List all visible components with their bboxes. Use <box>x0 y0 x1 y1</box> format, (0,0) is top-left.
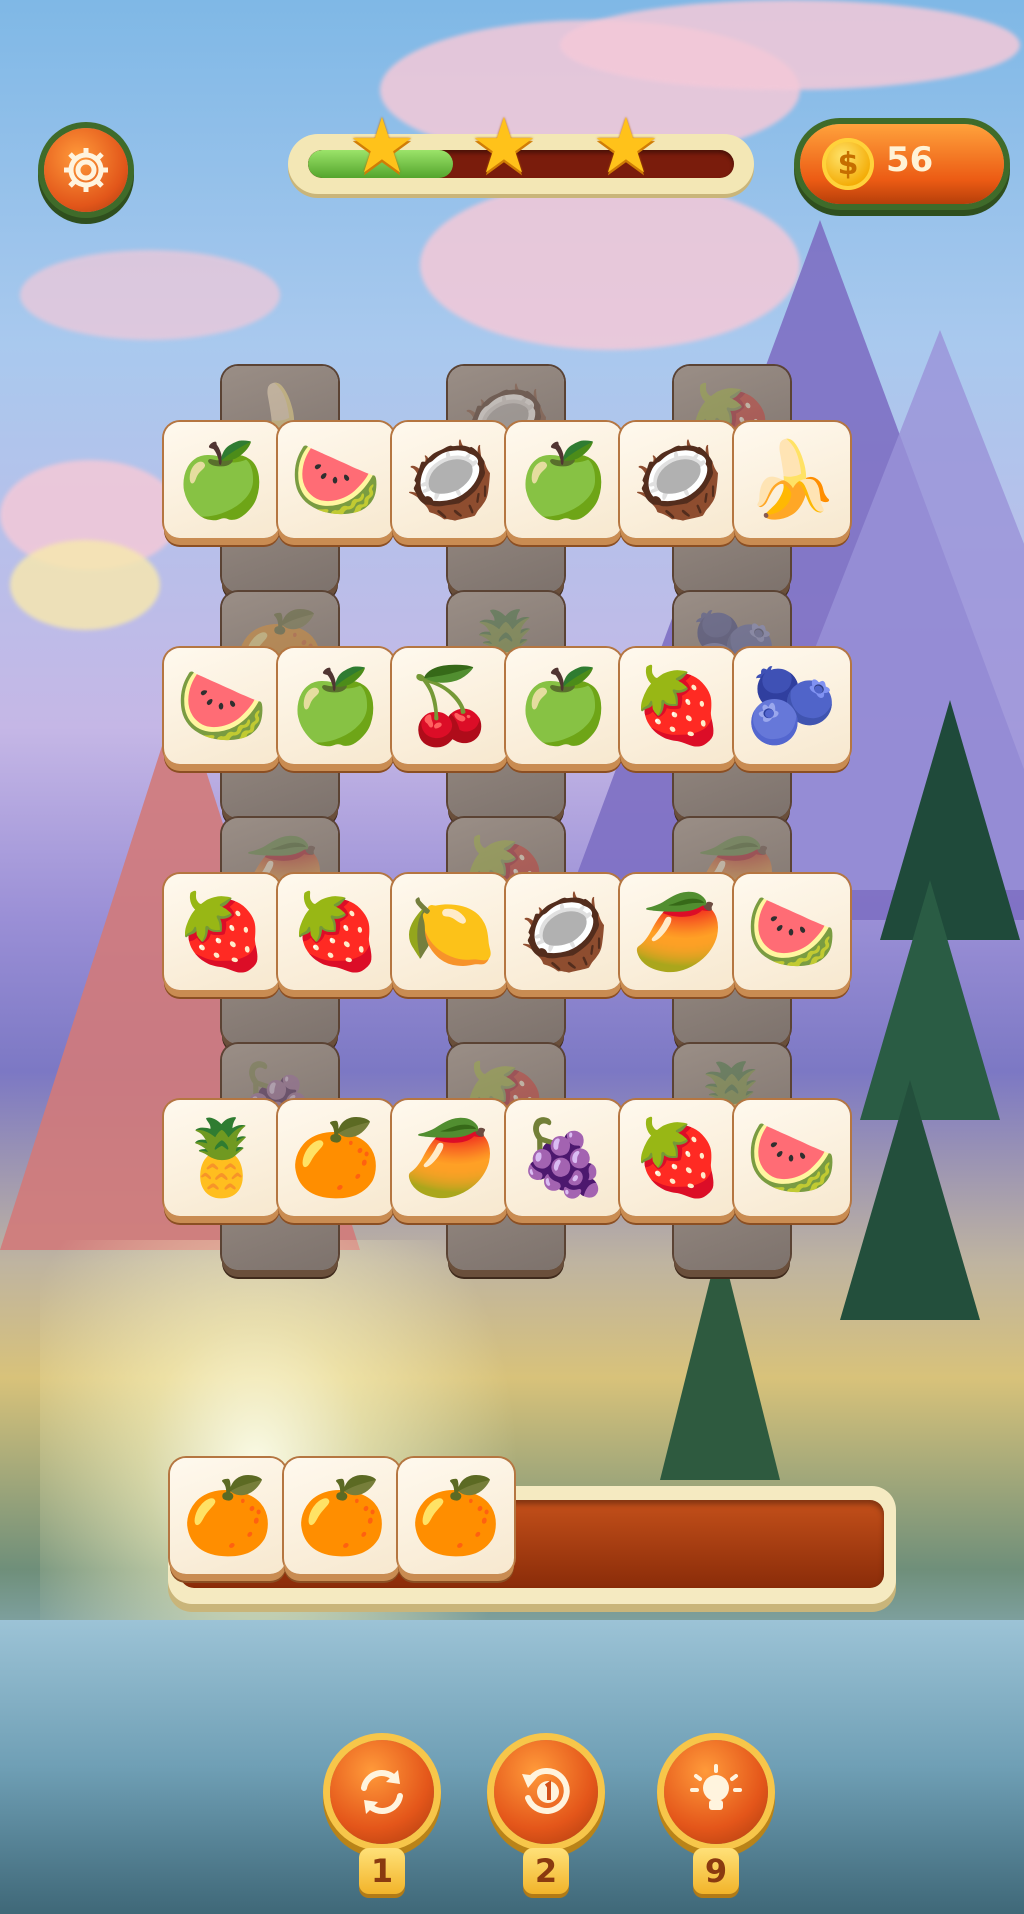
fruit-tile[interactable]: 🍓 <box>164 874 280 990</box>
shuffle-icon <box>361 1770 403 1814</box>
fruit-tile[interactable]: 🥭 <box>392 1100 508 1216</box>
fruit-tile[interactable]: 🍊 <box>278 1100 394 1216</box>
fruit-tile[interactable]: 🍏 <box>164 422 280 538</box>
level-progress-bar: ★ ★ ★ <box>288 106 754 194</box>
fruit-tile[interactable]: 🫐 <box>734 648 850 764</box>
star-icon: ★ <box>347 101 417 190</box>
fruit-tile[interactable]: 🍉 <box>734 1100 850 1216</box>
tray-tile: 🍊 <box>284 1458 400 1574</box>
fruit-tile[interactable]: 🍍 <box>164 1100 280 1216</box>
fruit-tile[interactable]: 🍉 <box>734 874 850 990</box>
settings-button[interactable] <box>44 128 128 212</box>
fruit-tile[interactable]: 🍓 <box>620 648 736 764</box>
shuffle-count: 1 <box>359 1848 405 1894</box>
undo-button[interactable] <box>494 1740 598 1844</box>
hint-count: 9 <box>693 1848 739 1894</box>
coin-count: 56 <box>886 140 934 180</box>
fruit-tile[interactable]: 🍇 <box>506 1100 622 1216</box>
star-icon: ★ <box>591 101 661 190</box>
fruit-tile[interactable]: 🍋 <box>392 874 508 990</box>
fruit-tile[interactable]: 🍏 <box>506 648 622 764</box>
shuffle-button[interactable] <box>330 1740 434 1844</box>
fruit-tile[interactable]: 🍌 <box>734 422 850 538</box>
tray-tile: 🍊 <box>398 1458 514 1574</box>
fruit-tile[interactable]: 🍓 <box>278 874 394 990</box>
undo-count: 2 <box>523 1848 569 1894</box>
gear-icon <box>64 148 108 192</box>
fruit-tile[interactable]: 🍓 <box>620 1100 736 1216</box>
coin-balance[interactable]: $ 56 <box>800 124 1004 204</box>
fruit-tile[interactable]: 🍒 <box>392 648 508 764</box>
fruit-tile[interactable]: 🍏 <box>506 422 622 538</box>
undo-icon <box>522 1768 570 1814</box>
tray-tile: 🍊 <box>170 1458 286 1574</box>
fruit-tile[interactable]: 🥥 <box>620 422 736 538</box>
fruit-tile[interactable]: 🍉 <box>278 422 394 538</box>
fruit-tile[interactable]: 🥭 <box>620 874 736 990</box>
fruit-tile[interactable]: 🥥 <box>392 422 508 538</box>
fruit-tile[interactable]: 🍏 <box>278 648 394 764</box>
fruit-tile[interactable]: 🥥 <box>506 874 622 990</box>
star-icon: ★ <box>469 101 539 190</box>
hint-button[interactable] <box>664 1740 768 1844</box>
fruit-tile[interactable]: 🍉 <box>164 648 280 764</box>
lightbulb-icon <box>690 1764 742 1810</box>
dollar-coin-icon: $ <box>822 138 874 190</box>
